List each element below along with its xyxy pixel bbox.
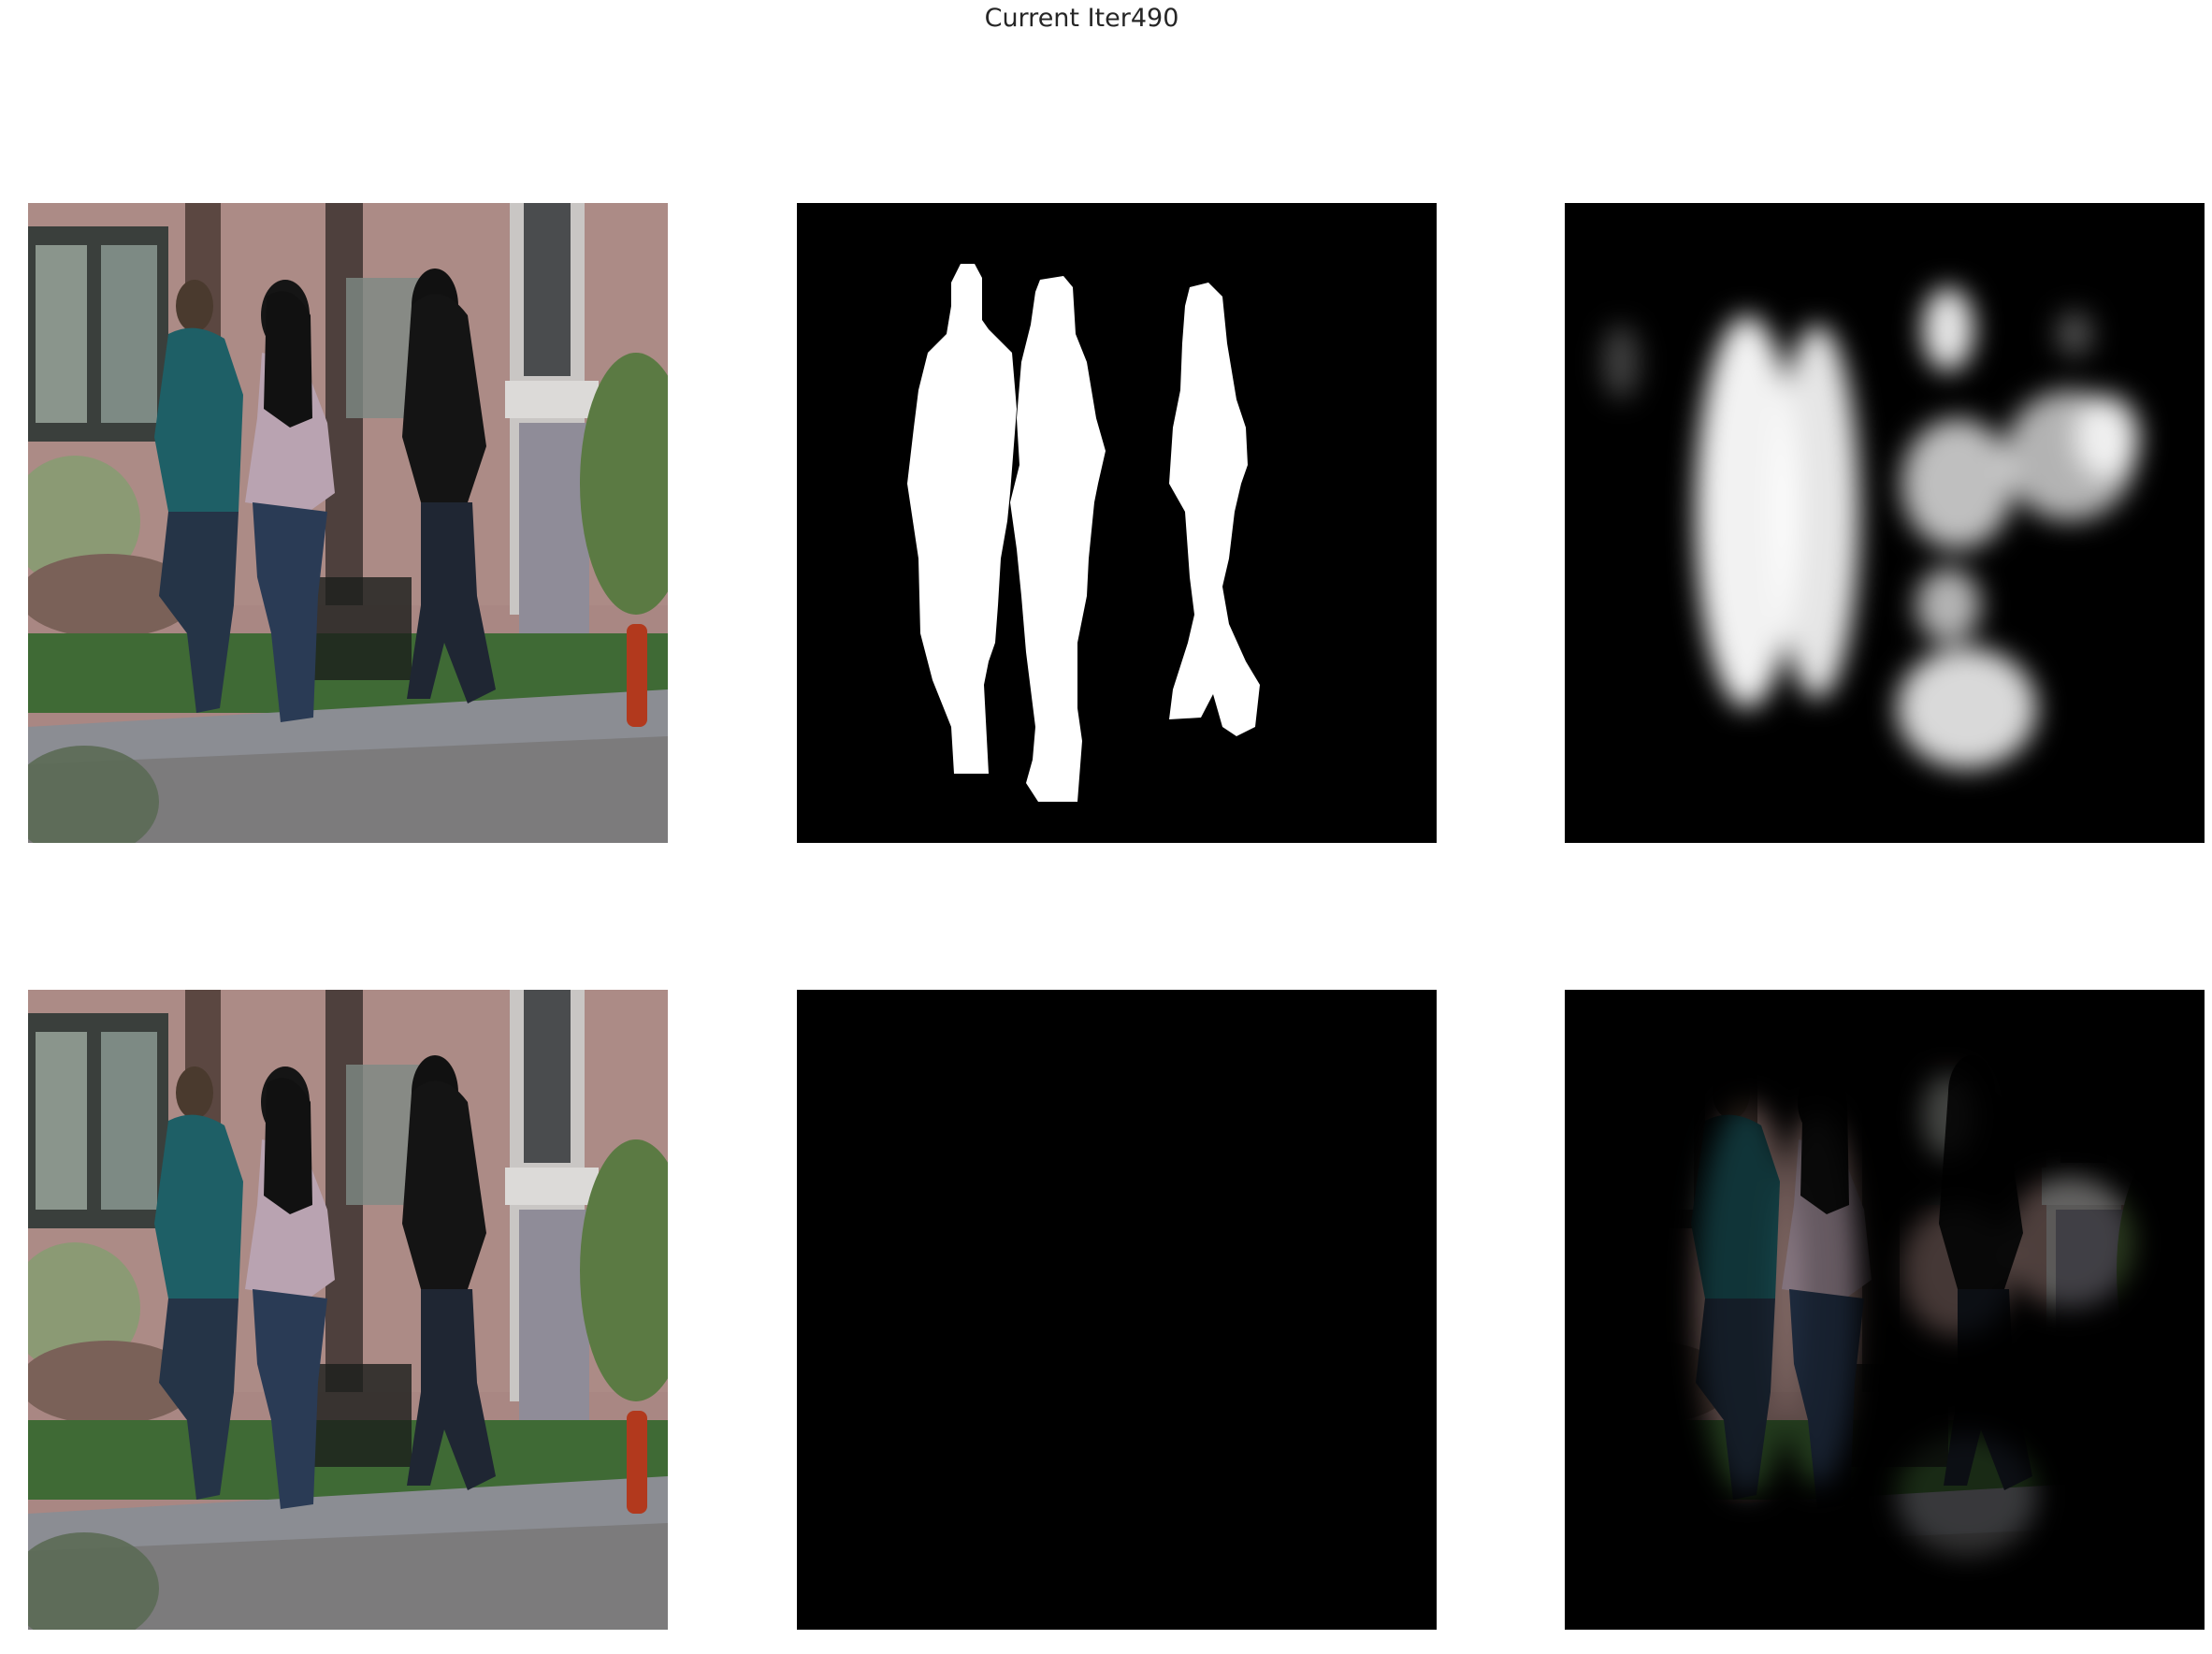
predicted-mask [1565, 203, 2205, 843]
input-image-panel-2 [28, 990, 668, 1630]
figure-title: Current Iter490 [984, 4, 1179, 33]
predicted-masked-photo [1565, 990, 2205, 1630]
ground-truth-mask [797, 203, 1437, 843]
predicted-masked-panel [1565, 990, 2205, 1630]
input-photo [28, 203, 668, 843]
ground-truth-mask-panel [797, 203, 1437, 843]
input-photo-2 [28, 990, 668, 1630]
ground-truth-masked-photo [797, 990, 1437, 1630]
input-image-panel [28, 203, 668, 843]
ground-truth-masked-panel [797, 990, 1437, 1630]
predicted-mask-panel [1565, 203, 2205, 843]
